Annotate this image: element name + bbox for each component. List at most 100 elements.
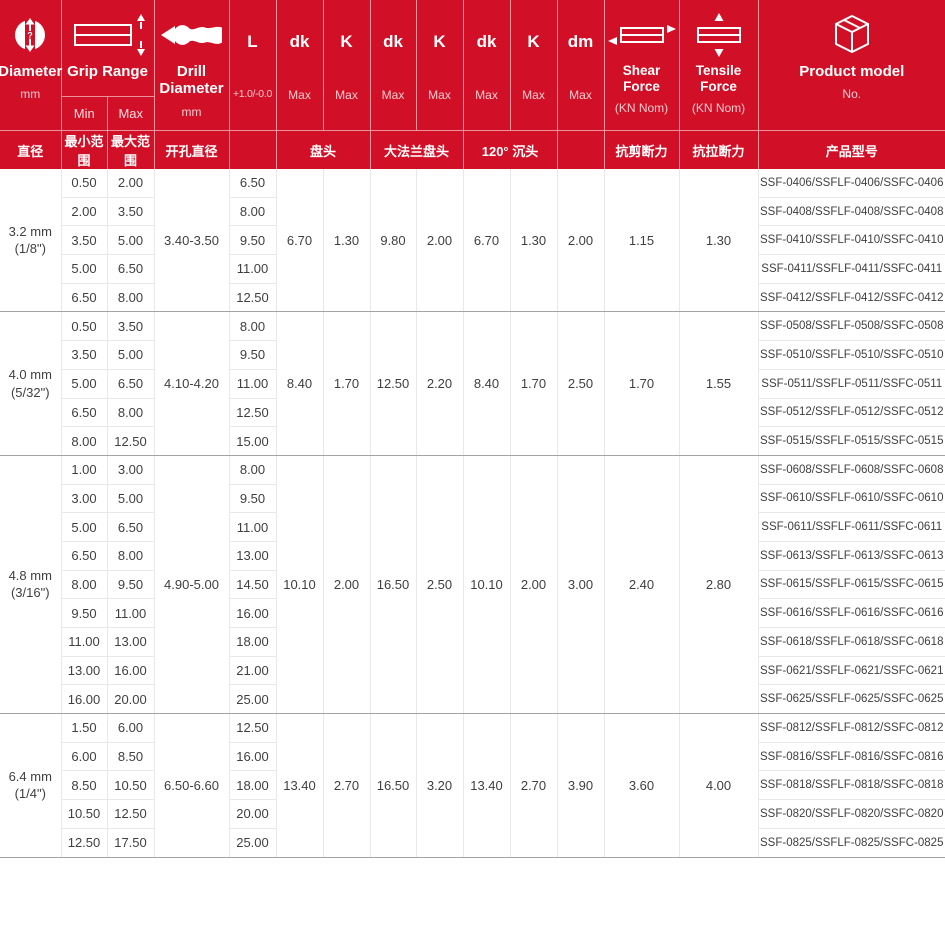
pan-dk-cell: 13.40 xyxy=(276,714,323,857)
grip-max-cell: 13.00 xyxy=(107,628,154,657)
product-model-cell: SSF-0611/SSFLF-0611/SSFC-0611 xyxy=(758,513,945,542)
product-model-cell: SSF-0818/SSFLF-0818/SSFC-0818 xyxy=(758,771,945,800)
flange-dk-cell: 12.50 xyxy=(370,312,416,455)
grip-max-cell: 6.00 xyxy=(107,714,154,743)
grip-max-cell: 9.50 xyxy=(107,570,154,599)
product-model-cell: SSF-0616/SSFLF-0616/SSFC-0616 xyxy=(758,599,945,628)
csk-dk-cell: 8.40 xyxy=(463,312,510,455)
shear-force-cell: 1.15 xyxy=(604,169,679,312)
grip-max-cell: 6.50 xyxy=(107,255,154,284)
grip-max-cell: 2.00 xyxy=(107,169,154,197)
shear-force-cell: 3.60 xyxy=(604,714,679,857)
grip-min-cell: 0.50 xyxy=(61,169,107,197)
product-model-cell: SSF-0610/SSFLF-0610/SSFC-0610 xyxy=(758,484,945,513)
diameter-cell: 4.0 mm(5/32") xyxy=(0,312,61,455)
drill-diameter-cell: 4.90-5.00 xyxy=(154,455,229,713)
zh-dm xyxy=(557,131,604,170)
product-model-cell: SSF-0621/SSFLF-0621/SSFC-0621 xyxy=(758,656,945,685)
product-model-cell: SSF-0411/SSFLF-0411/SSFC-0411 xyxy=(758,255,945,284)
product-model-cell: SSF-0618/SSFLF-0618/SSFC-0618 xyxy=(758,628,945,657)
length-cell: 21.00 xyxy=(229,656,276,685)
flange-k-cell: 3.20 xyxy=(416,714,463,857)
grip-min-cell: 3.50 xyxy=(61,341,107,370)
grip-max-cell: 5.00 xyxy=(107,341,154,370)
drill-icon xyxy=(159,10,225,60)
product-model-cell: SSF-0816/SSFLF-0816/SSFC-0816 xyxy=(758,742,945,771)
grip-min-cell: 9.50 xyxy=(61,599,107,628)
product-model-cell: SSF-0510/SSFLF-0510/SSFC-0510 xyxy=(758,341,945,370)
grip-min-cell: 6.00 xyxy=(61,742,107,771)
shear-force-icon xyxy=(606,10,678,60)
product-model-cell: SSF-0512/SSFLF-0512/SSFC-0512 xyxy=(758,398,945,427)
zh-grip-min: 最小范围 xyxy=(61,131,107,170)
grip-max-label: Max xyxy=(107,97,154,130)
csk-k-cell: 2.70 xyxy=(510,714,557,857)
grip-max-cell: 10.50 xyxy=(107,771,154,800)
zh-diameter: 直径 xyxy=(0,131,61,170)
grip-range-icon xyxy=(65,10,151,60)
tensile-force-unit: (KN Nom) xyxy=(692,101,745,115)
pan-k-cell: 2.70 xyxy=(323,714,370,857)
drill-diameter-cell: 6.50-6.60 xyxy=(154,714,229,857)
product-model-cell: SSF-0511/SSFLF-0511/SSFC-0511 xyxy=(758,369,945,398)
length-cell: 16.00 xyxy=(229,599,276,628)
product-model-cell: SSF-0608/SSFLF-0608/SSFC-0608 xyxy=(758,455,945,484)
diameter-cell: 6.4 mm(1/4") xyxy=(0,714,61,857)
col-pan-k: K Max xyxy=(323,0,370,131)
product-model-cell: SSF-0613/SSFLF-0613/SSFC-0613 xyxy=(758,541,945,570)
product-box-icon xyxy=(830,10,874,60)
csk-dk-cell: 6.70 xyxy=(463,169,510,312)
tensile-force-cell: 1.30 xyxy=(679,169,758,312)
product-model-cell: SSF-0625/SSFLF-0625/SSFC-0625 xyxy=(758,685,945,714)
tensile-force-cell: 1.55 xyxy=(679,312,758,455)
length-cell: 11.00 xyxy=(229,369,276,398)
diameter-unit: mm xyxy=(20,87,40,101)
grip-min-cell: 6.50 xyxy=(61,398,107,427)
col-csk-k: K Max xyxy=(510,0,557,131)
length-cell: 25.00 xyxy=(229,685,276,714)
flange-k-cell: 2.50 xyxy=(416,455,463,713)
length-cell: 25.00 xyxy=(229,828,276,857)
drill-diameter-unit: mm xyxy=(182,105,202,119)
length-cell: 14.50 xyxy=(229,570,276,599)
length-cell: 11.00 xyxy=(229,513,276,542)
csk-dk-cell: 10.10 xyxy=(463,455,510,713)
csk-k-cell: 1.30 xyxy=(510,169,557,312)
length-cell: 9.50 xyxy=(229,484,276,513)
table-row: 4.0 mm(5/32")0.503.504.10-4.208.008.401.… xyxy=(0,312,945,341)
grip-min-cell: 2.00 xyxy=(61,197,107,226)
tensile-force-label: Tensile Force xyxy=(680,63,758,94)
grip-max-cell: 20.00 xyxy=(107,685,154,714)
zh-length xyxy=(229,131,276,170)
pan-dk-cell: 6.70 xyxy=(276,169,323,312)
product-model-cell: SSF-0410/SSFLF-0410/SSFC-0410 xyxy=(758,226,945,255)
product-model-cell: SSF-0812/SSFLF-0812/SSFC-0812 xyxy=(758,714,945,743)
flange-dk-cell: 16.50 xyxy=(370,714,416,857)
flange-k-cell: 2.00 xyxy=(416,169,463,312)
product-model-unit: No. xyxy=(842,87,861,101)
col-tensile-force: Tensile Force (KN Nom) xyxy=(679,0,758,131)
shear-force-cell: 2.40 xyxy=(604,455,679,713)
length-cell: 8.00 xyxy=(229,455,276,484)
col-diameter: ? Diameter mm xyxy=(0,0,61,131)
col-product-model: Product model No. xyxy=(758,0,945,131)
grip-min-cell: 5.00 xyxy=(61,513,107,542)
product-model-cell: SSF-0515/SSFLF-0515/SSFC-0515 xyxy=(758,427,945,456)
dm-cell: 3.00 xyxy=(557,455,604,713)
flange-dk-cell: 9.80 xyxy=(370,169,416,312)
grip-max-cell: 5.00 xyxy=(107,226,154,255)
grip-range-label: Grip Range xyxy=(67,63,148,80)
drill-diameter-label: Drill Diameter xyxy=(155,63,229,98)
product-model-cell: SSF-0408/SSFLF-0408/SSFC-0408 xyxy=(758,197,945,226)
length-tolerance: +1.0/-0.0 xyxy=(230,88,276,100)
pan-k-cell: 1.70 xyxy=(323,312,370,455)
diameter-cell: 4.8 mm(3/16") xyxy=(0,455,61,713)
col-length: L +1.0/-0.0 xyxy=(229,0,276,131)
product-model-cell: SSF-0508/SSFLF-0508/SSFC-0508 xyxy=(758,312,945,341)
product-model-label: Product model xyxy=(799,63,904,80)
grip-max-cell: 17.50 xyxy=(107,828,154,857)
length-cell: 6.50 xyxy=(229,169,276,197)
length-cell: 12.50 xyxy=(229,398,276,427)
grip-min-cell: 5.00 xyxy=(61,255,107,284)
product-model-cell: SSF-0825/SSFLF-0825/SSFC-0825 xyxy=(758,828,945,857)
